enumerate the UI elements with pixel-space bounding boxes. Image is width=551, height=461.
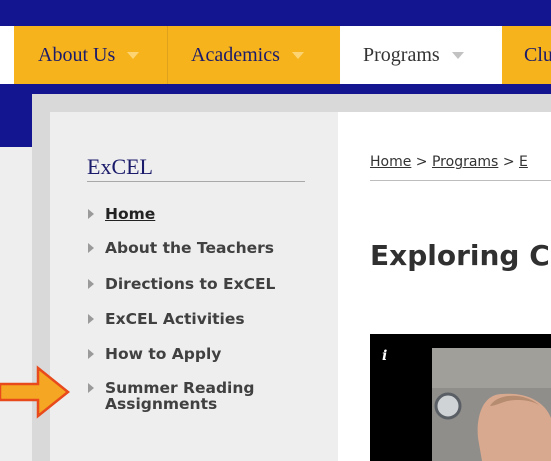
chevron-down-icon <box>291 51 304 59</box>
video-thumbnail <box>432 348 551 461</box>
sidebar: ExCEL Home About the Teachers Directions… <box>50 112 338 461</box>
page-title: Exploring C <box>370 239 550 272</box>
nav-item-programs[interactable]: Programs <box>340 26 502 84</box>
sidebar-item-activities[interactable]: ExCEL Activities <box>88 311 288 327</box>
page: About Us Academics Programs Clu ExCEL Ho… <box>0 0 551 461</box>
divider <box>370 180 551 181</box>
main-nav: About Us Academics Programs Clu <box>14 26 551 84</box>
sidebar-title: ExCEL <box>87 154 153 179</box>
sidebar-item-summer-reading[interactable]: Summer Reading Assignments <box>88 380 258 412</box>
chevron-down-icon <box>451 51 464 59</box>
chevron-down-icon <box>127 51 140 59</box>
nav-divider <box>167 26 168 84</box>
nav-item-label: About Us <box>38 43 116 66</box>
video-player[interactable]: i <box>370 334 551 461</box>
person-thumbnail-icon <box>432 348 551 461</box>
nav-item-about-us[interactable]: About Us <box>38 26 140 84</box>
bullet-triangle-icon <box>88 279 94 289</box>
nav-item-label: Programs <box>363 43 440 66</box>
content-frame-top <box>32 94 551 112</box>
breadcrumb-separator: > <box>415 154 428 170</box>
sidebar-item-label: Directions to ExCEL <box>105 275 276 293</box>
sidebar-item-about-the-teachers[interactable]: About the Teachers <box>88 240 288 256</box>
bullet-triangle-icon <box>88 243 94 253</box>
sidebar-item-label: ExCEL Activities <box>105 310 245 328</box>
main-content: Home > Programs > E Exploring C i <box>338 112 551 461</box>
breadcrumb-current-link[interactable]: E <box>519 154 528 170</box>
sidebar-item-label: About the Teachers <box>105 239 275 257</box>
callout-arrow-icon <box>0 365 71 419</box>
sidebar-item-how-to-apply[interactable]: How to Apply <box>88 346 288 362</box>
nav-item-clubs[interactable]: Clu <box>524 26 551 84</box>
sidebar-item-label: Home <box>105 205 156 223</box>
bullet-triangle-icon <box>88 349 94 359</box>
breadcrumb: Home > Programs > E <box>370 154 528 170</box>
sidebar-item-directions[interactable]: Directions to ExCEL <box>88 276 288 292</box>
sidebar-item-label: Summer Reading Assignments <box>105 379 255 413</box>
bullet-triangle-icon <box>88 383 94 393</box>
breadcrumb-programs-link[interactable]: Programs <box>432 154 498 170</box>
divider <box>87 181 305 182</box>
nav-item-label: Academics <box>191 43 280 66</box>
info-icon[interactable]: i <box>382 348 387 364</box>
bullet-triangle-icon <box>88 314 94 324</box>
bullet-triangle-icon <box>88 209 94 219</box>
breadcrumb-separator: > <box>502 154 515 170</box>
nav-item-label: Clu <box>524 43 551 66</box>
header-bar <box>0 0 551 26</box>
sidebar-item-label: How to Apply <box>105 345 222 363</box>
nav-underline-band <box>14 84 551 94</box>
sidebar-item-home[interactable]: Home <box>88 206 288 222</box>
breadcrumb-home-link[interactable]: Home <box>370 154 411 170</box>
nav-item-academics[interactable]: Academics <box>191 26 304 84</box>
